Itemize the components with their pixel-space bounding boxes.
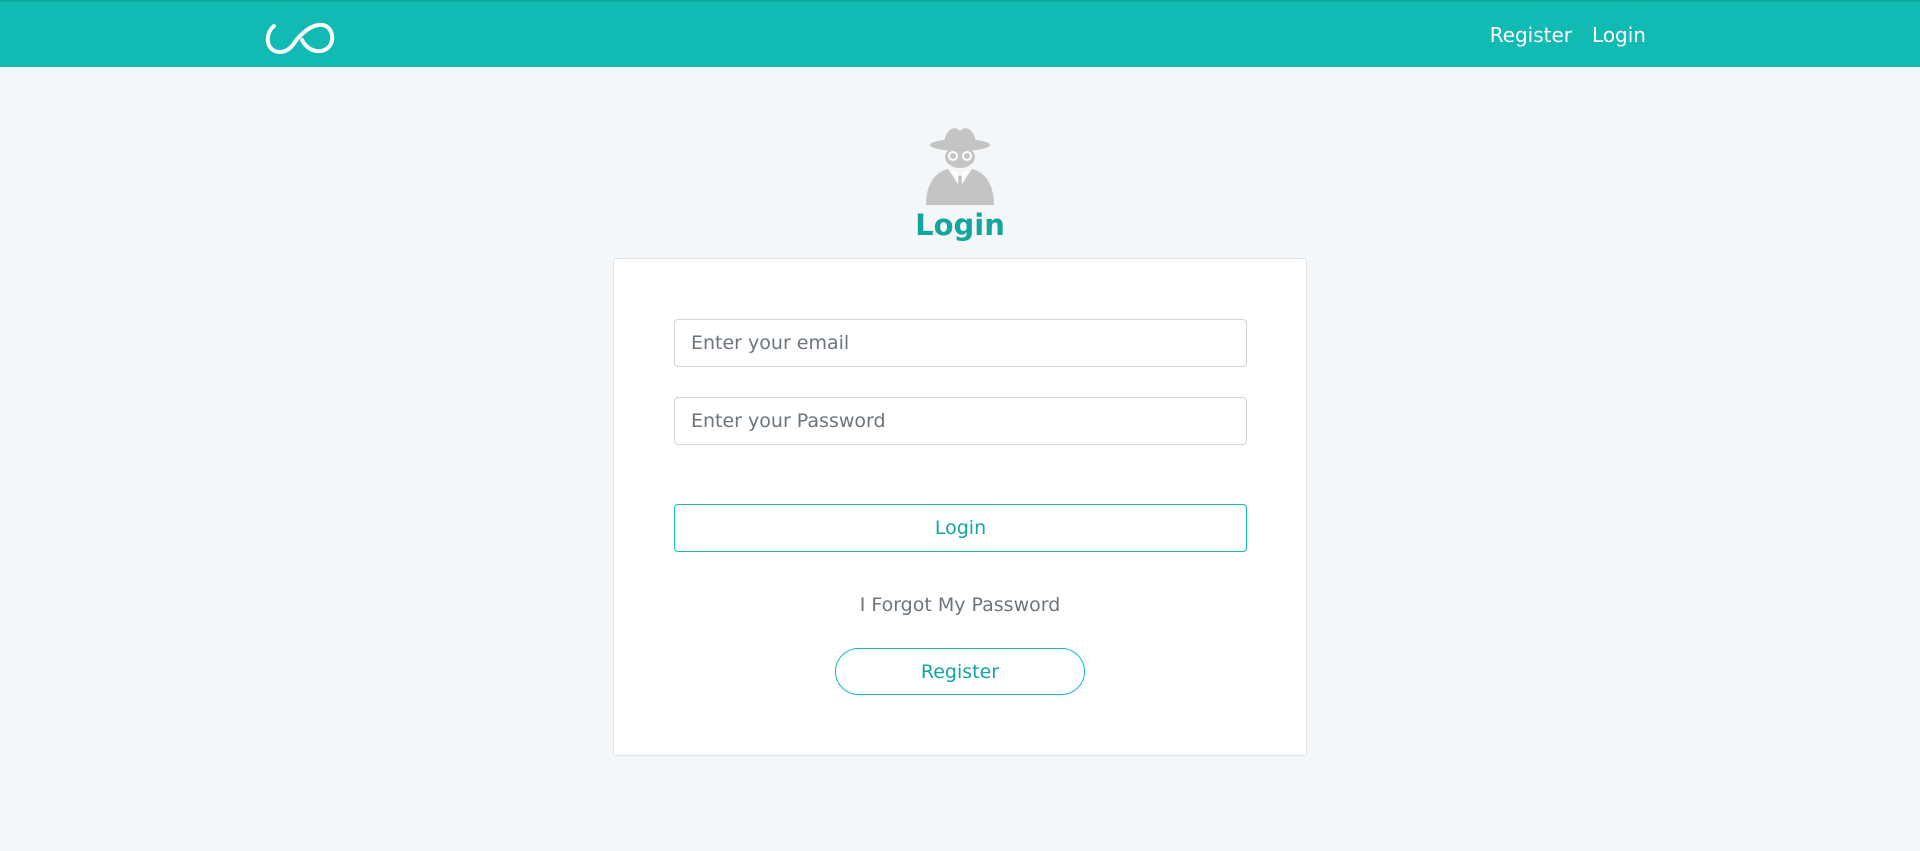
nav-links: Register Login bbox=[1490, 2, 1646, 67]
email-field[interactable] bbox=[674, 319, 1247, 367]
incognito-spy-icon bbox=[926, 128, 994, 205]
infinity-logo-icon[interactable] bbox=[264, 20, 336, 54]
login-card: Login I Forgot My Password Register bbox=[613, 258, 1307, 756]
register-button[interactable]: Register bbox=[835, 648, 1085, 695]
nav-register-link[interactable]: Register bbox=[1490, 23, 1572, 47]
nav-login-link[interactable]: Login bbox=[1592, 23, 1646, 47]
login-header: Login bbox=[0, 125, 1920, 243]
password-field[interactable] bbox=[674, 397, 1247, 445]
page-title: Login bbox=[915, 208, 1005, 242]
login-button[interactable]: Login bbox=[674, 504, 1247, 552]
forgot-password-link[interactable]: I Forgot My Password bbox=[614, 594, 1306, 616]
top-navbar: Register Login bbox=[0, 0, 1920, 67]
